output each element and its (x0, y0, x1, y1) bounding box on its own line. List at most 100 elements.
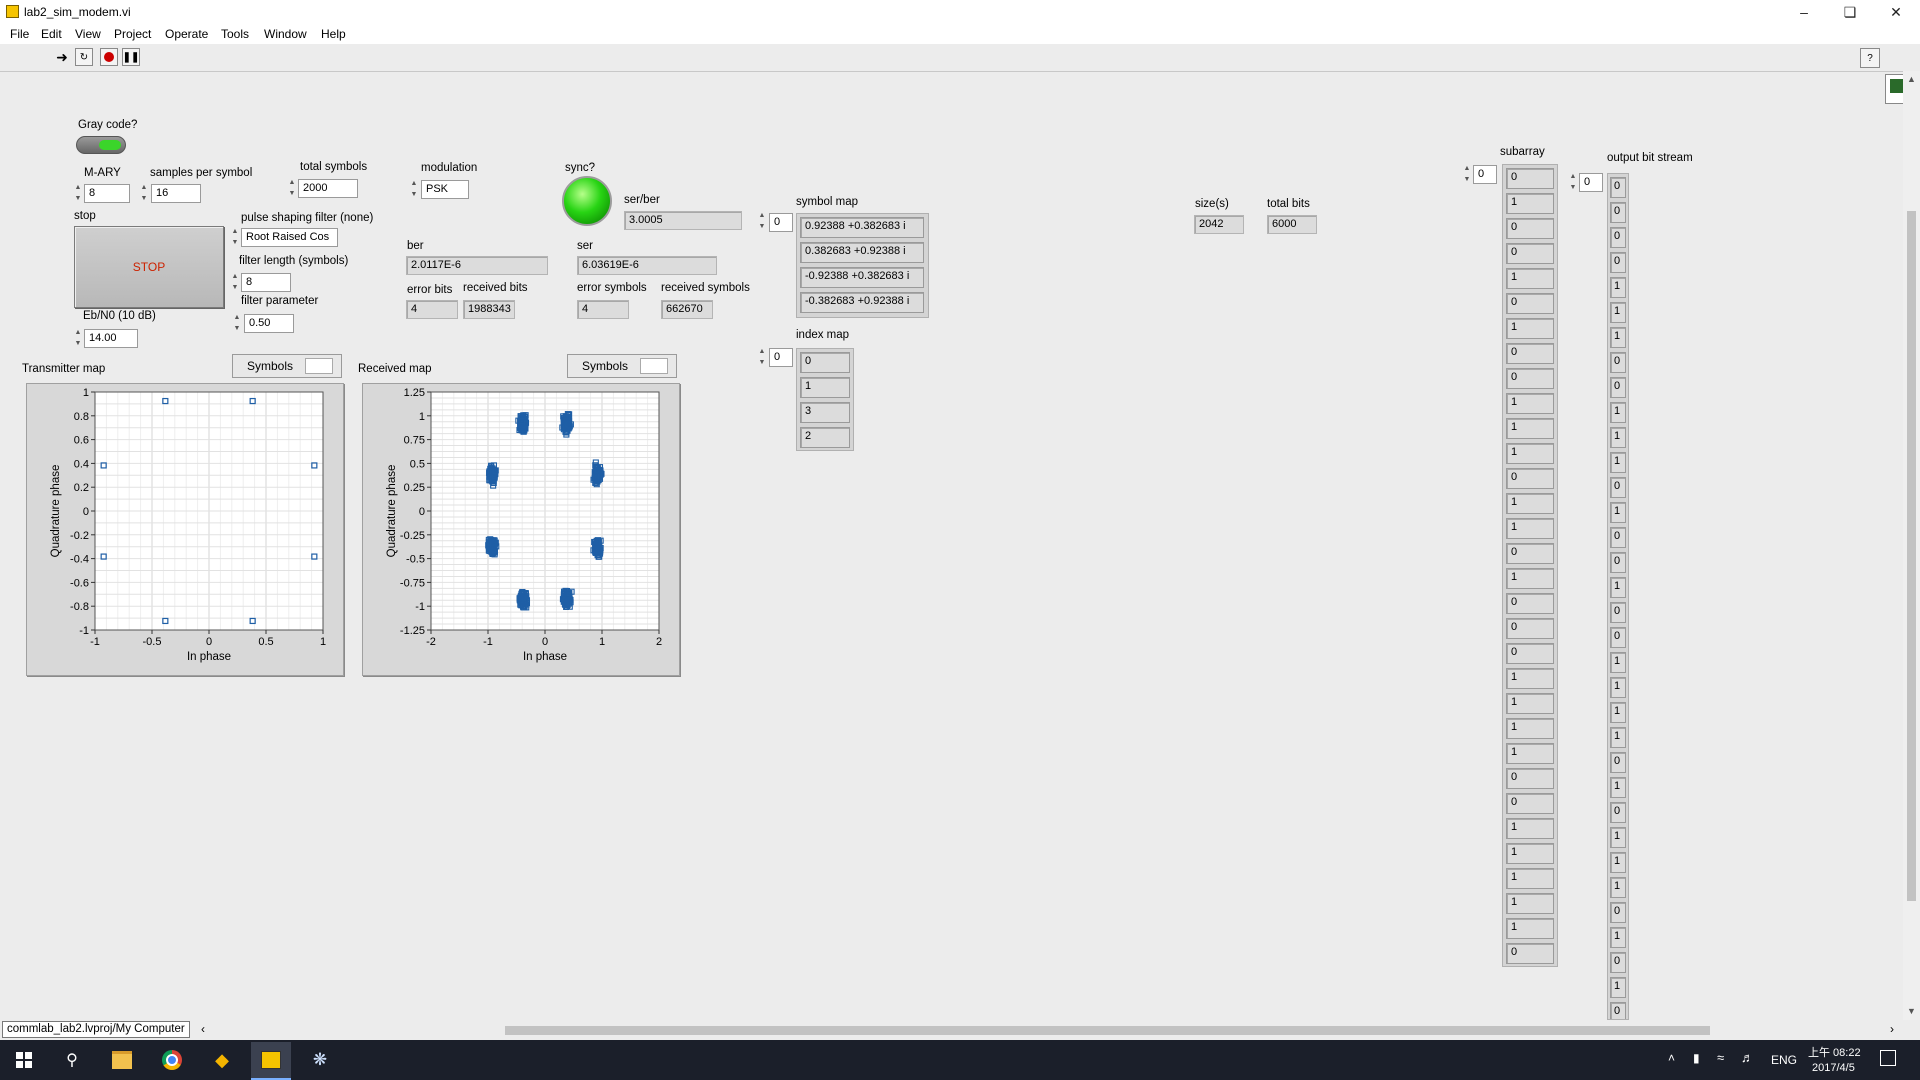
menu-bar: File Edit View Project Operate Tools Win… (0, 24, 1920, 44)
wifi-icon[interactable]: ≈ (1717, 1050, 1724, 1065)
y-tick-label: -0.2 (70, 530, 89, 542)
symbol-map-label: symbol map (796, 196, 858, 208)
menu-edit[interactable]: Edit (41, 27, 62, 41)
output-bit-element: 1 (1610, 452, 1626, 473)
notifications-icon[interactable] (1880, 1050, 1896, 1066)
menu-project[interactable]: Project (114, 27, 151, 41)
received-legend[interactable]: Symbols (567, 354, 677, 378)
scroll-down-icon[interactable]: ▼ (1903, 1003, 1920, 1020)
menu-operate[interactable]: Operate (165, 27, 208, 41)
symbol-map-element: -0.382683 +0.92388 i (800, 292, 924, 313)
project-path[interactable]: commlab_lab2.lvproj/My Computer (2, 1021, 190, 1038)
modulation-ring[interactable]: PSK (421, 180, 469, 199)
search-icon[interactable]: ⚲ (54, 1046, 90, 1074)
ser-ber-indicator: 3.0005 (624, 211, 742, 230)
scroll-right-icon[interactable]: › (1890, 1022, 1894, 1036)
symbol-map-index-spinner[interactable]: ▲ ▼ (758, 212, 766, 231)
y-tick-label: 1 (419, 411, 425, 423)
clock-date[interactable]: 2017/4/5 (1812, 1062, 1855, 1074)
subarray-element: 0 (1506, 218, 1554, 239)
subarray-element: 0 (1506, 793, 1554, 814)
modulation-spinner[interactable]: ▲ ▼ (410, 180, 418, 199)
vertical-scroll-thumb[interactable] (1907, 211, 1916, 901)
mary-spinner[interactable]: ▲ ▼ (74, 184, 82, 203)
output-bit-element: 0 (1610, 902, 1626, 923)
run-arrow-icon[interactable]: ➜ (53, 48, 71, 66)
subarray-element: 0 (1506, 243, 1554, 264)
y-tick-label: -1 (79, 625, 89, 637)
menu-tools[interactable]: Tools (221, 27, 249, 41)
language-indicator[interactable]: ENG (1771, 1053, 1797, 1067)
scroll-left-icon[interactable]: ‹ (201, 1022, 205, 1036)
paint-icon[interactable]: ❋ (302, 1046, 338, 1074)
git-app-icon[interactable]: ◆ (204, 1046, 240, 1074)
pause-button[interactable]: ❚❚ (122, 48, 140, 66)
total-symbols-label: total symbols (300, 161, 368, 173)
battery-icon: ▮ (1693, 1051, 1700, 1065)
total-bits-indicator: 6000 (1267, 215, 1317, 234)
tray-chevron-icon[interactable]: ˄ (1668, 1051, 1675, 1065)
filter-length-input[interactable]: 8 (241, 273, 291, 292)
index-map-index-spinner[interactable]: ▲ ▼ (758, 348, 766, 367)
maximize-button[interactable]: ❏ (1827, 0, 1873, 24)
filter-parameter-spinner[interactable]: ▲ ▼ (233, 314, 241, 333)
transmitter-legend[interactable]: Symbols (232, 354, 342, 378)
pulse-filter-ring[interactable]: Root Raised Cos (241, 228, 338, 247)
abort-button[interactable] (100, 48, 118, 66)
samples-spinner[interactable]: ▲ ▼ (140, 184, 148, 203)
horizontal-scroll-thumb[interactable] (505, 1026, 1710, 1035)
close-button[interactable]: ✕ (1873, 0, 1919, 24)
index-map-array: 0 1 3 2 (796, 348, 854, 451)
samples-per-symbol-input[interactable]: 16 (151, 184, 201, 203)
menu-help[interactable]: Help (321, 27, 346, 41)
received-symbols-indicator: 662670 (661, 300, 713, 319)
mary-input[interactable]: 8 (84, 184, 130, 203)
subarray-element: 0 (1506, 643, 1554, 664)
output-bit-element: 1 (1610, 502, 1626, 523)
filter-parameter-input[interactable]: 0.50 (244, 314, 294, 333)
ebn0-spinner[interactable]: ▲ ▼ (74, 329, 82, 348)
subarray-element: 1 (1506, 693, 1554, 714)
index-map-index[interactable]: 0 (769, 348, 793, 367)
pulse-filter-spinner[interactable]: ▲ ▼ (231, 228, 239, 247)
total-symbols-spinner[interactable]: ▲ ▼ (288, 179, 296, 198)
file-explorer-icon[interactable] (104, 1046, 140, 1074)
stop-button[interactable]: STOP (74, 226, 224, 308)
volume-icon[interactable]: ♬ (1741, 1050, 1754, 1065)
menu-window[interactable]: Window (264, 27, 307, 41)
scroll-up-icon[interactable]: ▲ (1903, 71, 1920, 88)
index-map-element: 2 (800, 427, 850, 448)
gray-code-toggle[interactable] (76, 136, 126, 154)
subarray-index[interactable]: 0 (1473, 165, 1497, 184)
y-tick-label: 0.75 (404, 435, 425, 447)
ebn0-input[interactable]: 14.00 (84, 329, 138, 348)
symbol-map-index[interactable]: 0 (769, 213, 793, 232)
subarray-element: 1 (1506, 443, 1554, 464)
menu-file[interactable]: File (10, 27, 29, 41)
x-axis-label: In phase (523, 651, 567, 663)
transmitter-map-label: Transmitter map (22, 363, 106, 375)
clock-time[interactable]: 上午 08:22 (1808, 1044, 1861, 1060)
output-bit-element: 1 (1610, 852, 1626, 873)
filter-length-spinner[interactable]: ▲ ▼ (231, 273, 239, 292)
labview-taskbar-icon[interactable] (251, 1042, 291, 1080)
output-bit-stream-index-spinner[interactable]: ▲ ▼ (1569, 173, 1577, 192)
symbol-map-element: 0.92388 +0.382683 i (800, 217, 924, 238)
total-symbols-input[interactable]: 2000 (298, 179, 358, 198)
output-bit-stream-index[interactable]: 0 (1579, 173, 1603, 192)
x-tick-label: 2 (656, 636, 662, 648)
menu-view[interactable]: View (75, 27, 101, 41)
run-continuously-icon[interactable]: ↻ (75, 48, 93, 66)
start-windows-icon[interactable] (6, 1046, 42, 1074)
minimize-button[interactable]: – (1781, 0, 1827, 24)
output-bit-element: 0 (1610, 377, 1626, 398)
chrome-icon[interactable] (154, 1046, 190, 1074)
filter-parameter-label: filter parameter (241, 295, 319, 307)
index-map-element: 0 (800, 352, 850, 373)
subarray-element: 1 (1506, 193, 1554, 214)
window-title: lab2_sim_modem.vi (24, 5, 131, 19)
ser-label: ser (577, 240, 593, 252)
context-help-icon[interactable]: ? (1860, 48, 1880, 68)
vertical-scrollbar[interactable]: ▲ ▼ (1903, 71, 1920, 1020)
subarray-index-spinner[interactable]: ▲ ▼ (1463, 165, 1471, 184)
